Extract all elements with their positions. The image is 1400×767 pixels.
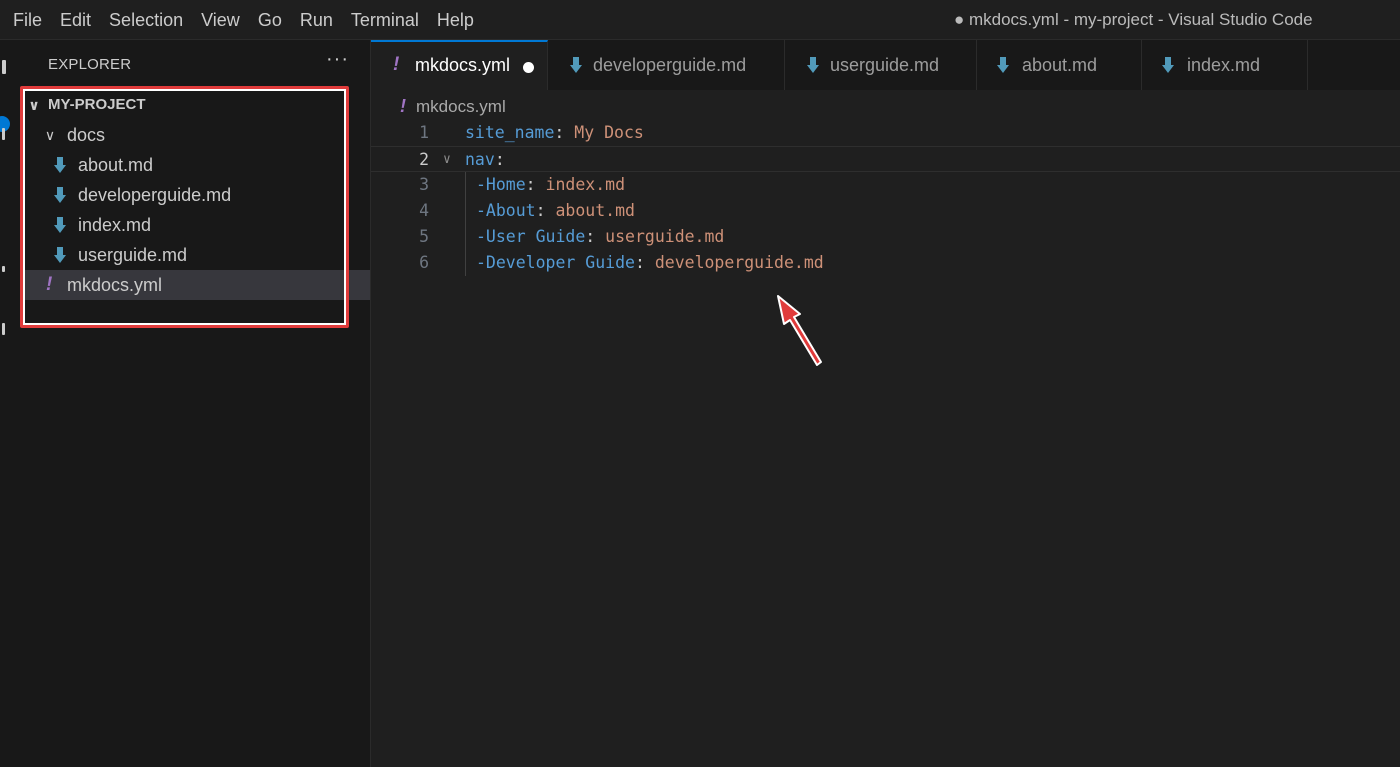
explorer-sidebar: EXPLORER ··· ∨ MY-PROJECT ∨ docs about.m…	[20, 40, 371, 767]
yaml-separator: :	[554, 123, 575, 142]
yaml-separator: :	[634, 253, 655, 272]
tab-label: developerguide.md	[593, 55, 747, 75]
menu-terminal[interactable]: Terminal	[342, 0, 428, 40]
line-number: 4	[419, 201, 429, 220]
menu-view[interactable]: View	[192, 0, 249, 40]
line-number: 5	[419, 227, 429, 246]
code-line[interactable]: 5 -User Guide: userguide.md	[371, 224, 1400, 250]
yaml-key: -User Guide	[476, 227, 586, 246]
markdown-file-icon	[570, 57, 582, 73]
breadcrumb[interactable]: ! mkdocs.yml	[400, 92, 506, 120]
tab-mkdocs[interactable]: ! mkdocs.yml	[371, 40, 548, 90]
markdown-file-icon	[1162, 57, 1174, 73]
yaml-value: developerguide.md	[654, 253, 824, 272]
code-line-current[interactable]: 2 ∨ nav:	[371, 146, 1400, 172]
tab-label: index.md	[1187, 55, 1261, 75]
extensions-activity-icon[interactable]	[2, 323, 5, 335]
yaml-separator: :	[585, 227, 606, 246]
yaml-key: nav	[465, 150, 495, 169]
markdown-file-icon	[997, 57, 1009, 73]
yaml-key: -Home	[476, 175, 526, 194]
window-title: ● mkdocs.yml - my-project - Visual Studi…	[954, 10, 1313, 29]
yaml-value: about.md	[555, 201, 635, 220]
menu-go[interactable]: Go	[249, 0, 291, 40]
menu-help[interactable]: Help	[428, 0, 483, 40]
code-line[interactable]: 4 -About: about.md	[371, 198, 1400, 224]
tab-developerguide[interactable]: developerguide.md	[548, 40, 785, 90]
explorer-title: EXPLORER	[48, 56, 132, 73]
yaml-separator: :	[525, 175, 546, 194]
tab-index[interactable]: index.md	[1142, 40, 1308, 90]
menu-run[interactable]: Run	[291, 0, 342, 40]
editor-tabs: ! mkdocs.yml developerguide.md userguide…	[371, 40, 1400, 90]
indent-guide	[465, 172, 466, 198]
activity-bar	[0, 40, 20, 767]
annotation-highlight-box	[20, 86, 349, 328]
title-bar: File Edit Selection View Go Run Terminal…	[0, 0, 1400, 40]
code-line[interactable]: 3 -Home: index.md	[371, 172, 1400, 198]
yaml-value: index.md	[545, 175, 626, 194]
yaml-key: -About	[476, 201, 536, 220]
annotation-arrow-icon	[777, 295, 822, 366]
indent-guide	[465, 224, 466, 250]
yaml-file-icon: !	[393, 54, 400, 75]
run-activity-icon[interactable]	[2, 266, 5, 272]
tab-userguide[interactable]: userguide.md	[785, 40, 977, 90]
tab-about[interactable]: about.md	[977, 40, 1142, 90]
code-editor[interactable]: 1 site_name: My Docs 2 ∨ nav: 3 -Home: i…	[371, 120, 1400, 767]
fold-chevron-icon[interactable]: ∨	[443, 147, 451, 173]
markdown-file-icon	[807, 57, 819, 73]
more-actions-icon[interactable]: ···	[326, 48, 349, 71]
yaml-key: site_name	[465, 123, 555, 142]
yaml-file-icon: !	[400, 96, 406, 116]
tab-label: userguide.md	[830, 55, 940, 75]
tab-label: about.md	[1022, 55, 1098, 75]
indent-guide	[465, 198, 466, 224]
tab-label: mkdocs.yml	[415, 55, 511, 75]
line-number: 3	[419, 175, 429, 194]
code-line[interactable]: 6 -Developer Guide: developerguide.md	[371, 250, 1400, 276]
menu-selection[interactable]: Selection	[100, 0, 192, 40]
code-line[interactable]: 1 site_name: My Docs	[371, 120, 1400, 146]
yaml-separator: :	[494, 150, 505, 169]
yaml-key: -Developer Guide	[476, 253, 635, 272]
menu-file[interactable]: File	[4, 0, 51, 40]
menu-edit[interactable]: Edit	[51, 0, 100, 40]
line-number: 1	[419, 123, 429, 142]
indent-guide	[465, 250, 466, 276]
yaml-separator: :	[535, 201, 556, 220]
breadcrumb-file[interactable]: mkdocs.yml	[416, 97, 506, 116]
yaml-value: My Docs	[574, 123, 644, 142]
search-activity-icon[interactable]	[2, 128, 5, 140]
unsaved-dot-icon[interactable]	[523, 62, 534, 73]
explorer-activity-icon[interactable]	[2, 60, 6, 74]
line-number: 6	[419, 253, 429, 272]
yaml-value: userguide.md	[605, 227, 725, 246]
line-number: 2	[419, 150, 429, 169]
menu-bar: File Edit Selection View Go Run Terminal…	[0, 0, 483, 40]
